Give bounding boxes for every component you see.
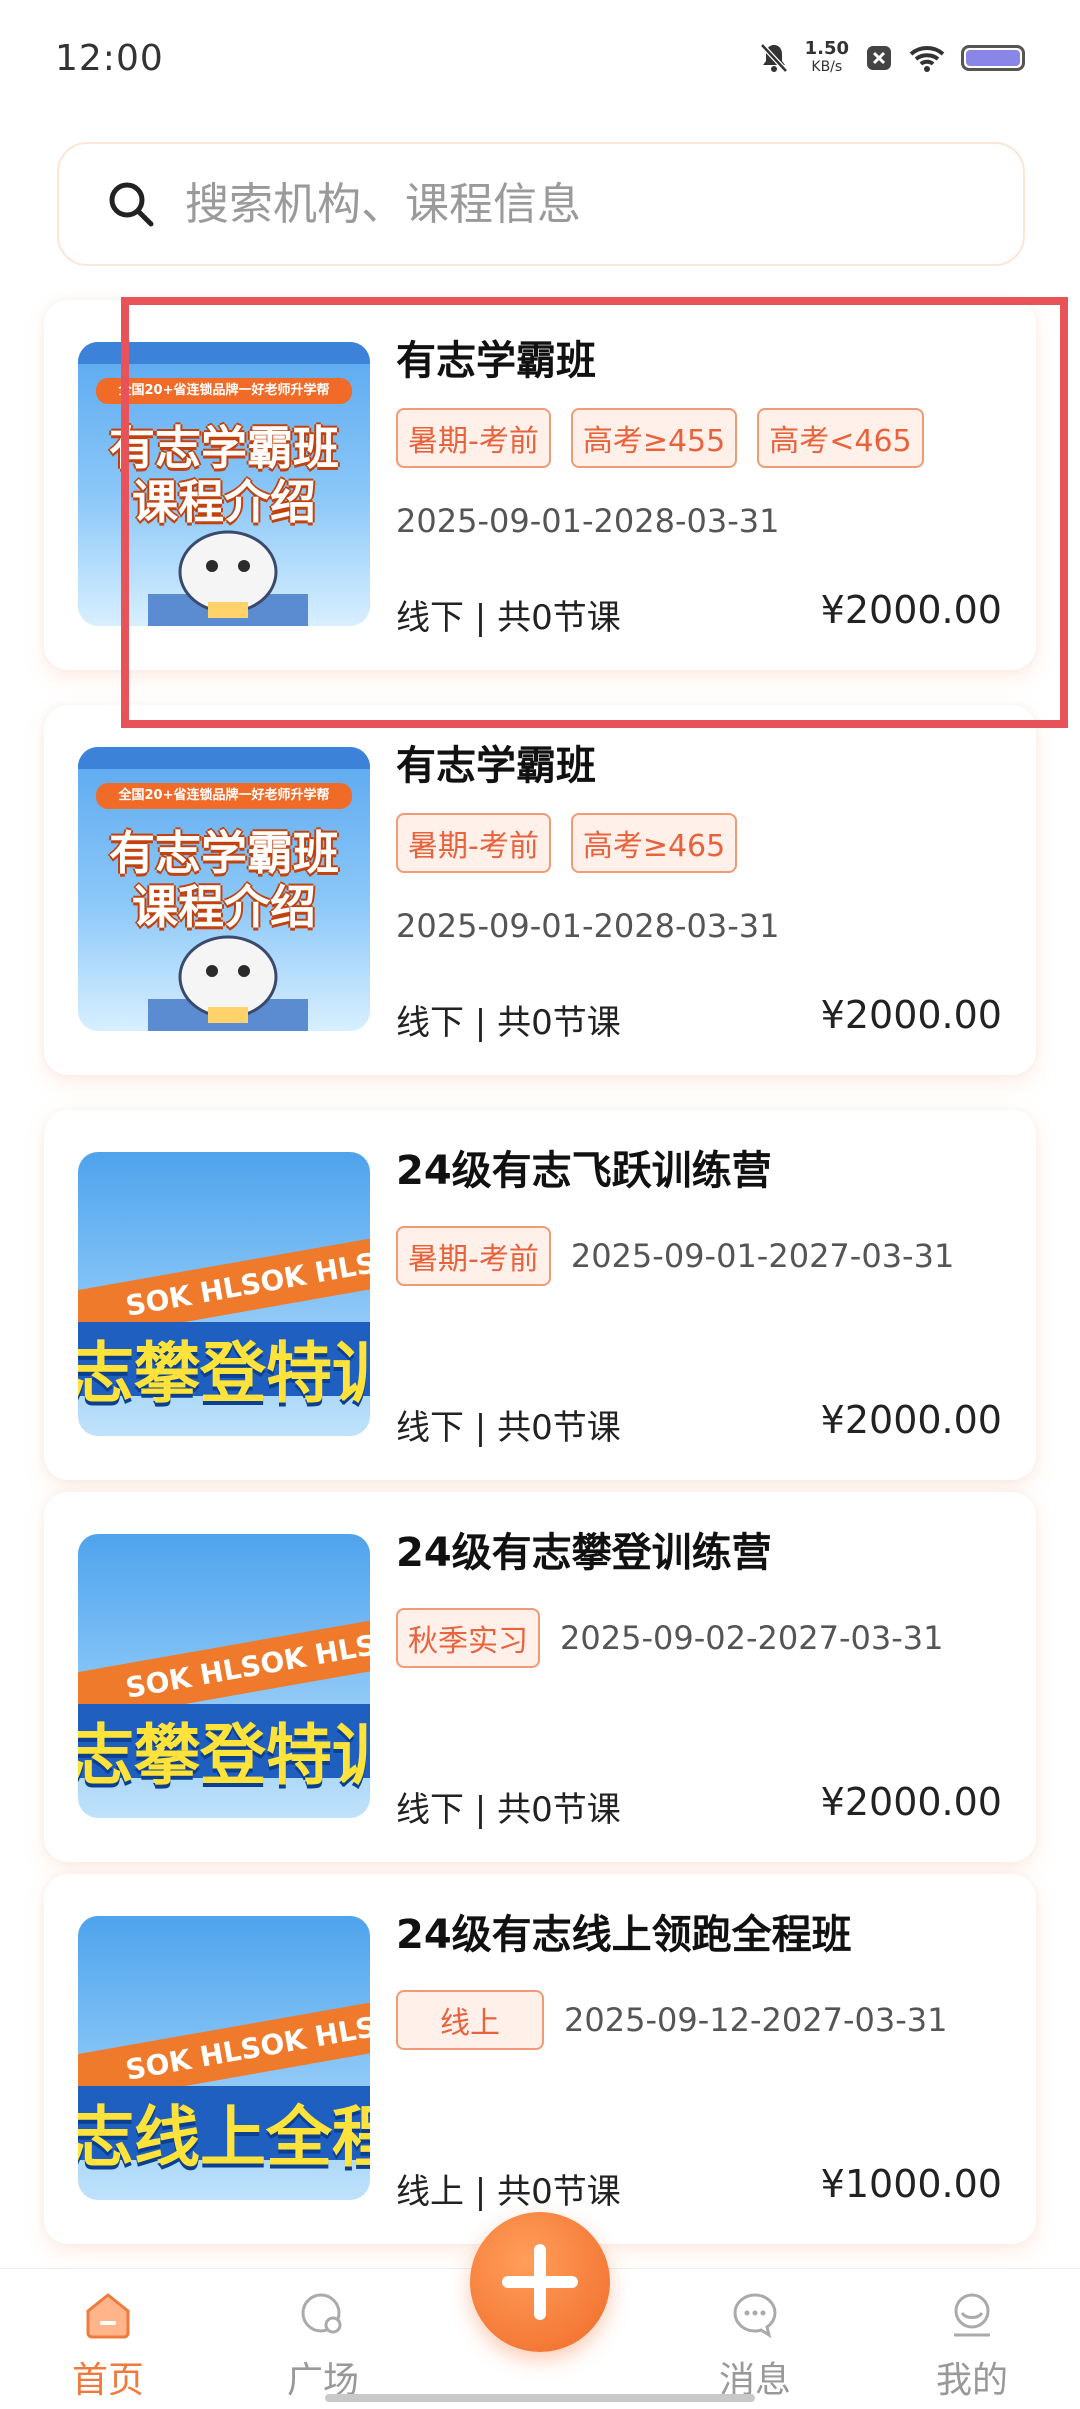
plus-icon (502, 2244, 578, 2320)
course-title: 有志学霸班 (396, 743, 596, 789)
course-date: 2025-09-01-2027-03-31 (570, 1237, 955, 1275)
net-speed-unit: KB/s (811, 59, 843, 75)
course-tags: 秋季实习 2025-09-02-2027-03-31 (396, 1608, 943, 1668)
course-meta: 线下 | 共0节课 (396, 1003, 621, 1043)
course-tag: 暑期-考前 (396, 1226, 551, 1286)
course-tags: 暑期-考前 2025-09-01-2027-03-31 (396, 1226, 954, 1286)
battery-icon (961, 45, 1025, 71)
message-icon (733, 2293, 777, 2339)
nav-item-profile[interactable]: 我的 (912, 2289, 1032, 2403)
nav-item-home[interactable]: 首页 (48, 2289, 168, 2403)
plaza-icon (301, 2293, 342, 2334)
nav-label: 首页 (71, 2360, 144, 2401)
course-price: ¥1000.00 (820, 2162, 1002, 2206)
home-indicator[interactable] (325, 2394, 755, 2402)
course-meta: 线上 | 共0节课 (396, 2172, 621, 2212)
course-thumbnail: 全国20+省连锁品牌一好老师升学帮 有志学霸班 课程介绍 (78, 747, 370, 1031)
nav-item-plaza[interactable]: 广场 (263, 2289, 383, 2403)
thumb-title-line1: 志攀登特训 (78, 1335, 370, 1412)
thumb-brand-strip (78, 747, 370, 769)
course-title: 24级有志线上领跑全程班 (396, 1912, 852, 1958)
course-card[interactable]: SOK HLSOK HLS 志攀登特训 24级有志飞跃训练营 暑期-考前 202… (44, 1110, 1036, 1480)
course-meta: 线下 | 共0节课 (396, 1790, 621, 1830)
add-button[interactable] (470, 2212, 610, 2352)
selection-highlight-box (121, 297, 1068, 728)
net-speed-value: 1.50 (804, 38, 849, 59)
mascot-illustration (148, 935, 308, 1031)
status-bar: 12:00 1.50 KB/s (0, 0, 1080, 110)
course-card[interactable]: SOK HLSOK HLS 志攀登特训 24级有志攀登训练营 秋季实习 2025… (44, 1492, 1036, 1862)
search-icon (109, 182, 154, 227)
course-tags: 暑期-考前 高考≥465 (396, 813, 738, 873)
course-meta: 线下 | 共0节课 (396, 1408, 621, 1448)
course-price: ¥2000.00 (820, 1780, 1002, 1824)
thumb-title-line1: 志攀登特训 (78, 1717, 370, 1794)
course-date: 2025-09-02-2027-03-31 (560, 1619, 944, 1657)
course-thumbnail: SOK HLSOK HLS 志攀登特训 (78, 1534, 370, 1818)
course-tag: 线上 (396, 1990, 544, 2050)
course-price: ¥2000.00 (820, 993, 1002, 1037)
course-tag: 秋季实习 (396, 1608, 540, 1668)
status-icons: 1.50 KB/s (759, 40, 1025, 76)
course-price: ¥2000.00 (820, 1398, 1002, 1442)
course-thumbnail: SOK HLSOK HLS 志攀登特训 (78, 1152, 370, 1436)
nav-item-messages[interactable]: 消息 (695, 2289, 815, 2403)
thumb-banner: 全国20+省连锁品牌一好老师升学帮 (96, 783, 352, 809)
course-date: 2025-09-01-2028-03-31 (396, 907, 780, 945)
thumb-title-line1: 志线上全程 (78, 2099, 370, 2176)
bell-muted-icon (759, 43, 788, 73)
course-date: 2025-09-12-2027-03-31 (564, 2001, 948, 2039)
wifi-icon (909, 46, 945, 72)
sim-x-icon (867, 46, 891, 70)
home-icon (86, 2293, 130, 2339)
search-input[interactable] (183, 177, 947, 231)
search-bar[interactable] (57, 142, 1025, 266)
course-thumbnail: SOK HLSOK HLS 志线上全程 (78, 1916, 370, 2200)
profile-icon (954, 2293, 990, 2337)
course-card[interactable]: 全国20+省连锁品牌一好老师升学帮 有志学霸班 课程介绍 有志学霸班 暑期-考前… (44, 705, 1036, 1075)
course-tag: 高考≥465 (570, 813, 738, 873)
net-speed: 1.50 KB/s (805, 40, 849, 76)
nav-label: 我的 (935, 2360, 1008, 2401)
course-tag: 暑期-考前 (396, 813, 551, 873)
course-title: 24级有志飞跃训练营 (396, 1148, 772, 1194)
course-tags: 线上 2025-09-12-2027-03-31 (396, 1990, 947, 2050)
course-card[interactable]: SOK HLSOK HLS 志线上全程 24级有志线上领跑全程班 线上 2025… (44, 1874, 1036, 2244)
course-title: 24级有志攀登训练营 (396, 1530, 772, 1576)
status-time: 12:00 (55, 38, 164, 79)
